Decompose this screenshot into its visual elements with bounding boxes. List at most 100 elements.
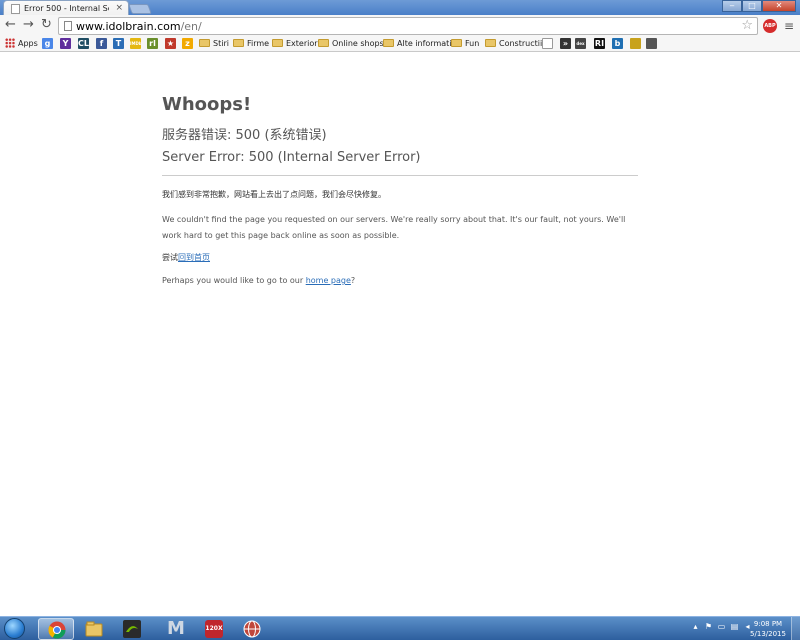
globe-taskbar-button[interactable] xyxy=(234,618,270,640)
m-app-icon: M xyxy=(167,618,185,639)
nvidia-icon xyxy=(123,620,141,638)
bookmark-r[interactable]: rl xyxy=(147,38,158,50)
folder-icon xyxy=(85,621,103,637)
explorer-taskbar-button[interactable] xyxy=(76,618,112,640)
bookmark-folder-label: Fun xyxy=(465,39,480,48)
browser-titlebar: Error 500 - Internal Server × ‒ □ ✕ xyxy=(0,0,800,16)
120x-taskbar-button[interactable]: 120X xyxy=(196,618,232,640)
bookmark-folder-constructii[interactable]: Constructii xyxy=(485,38,542,50)
page-title: Whoops! xyxy=(162,94,252,115)
taskbar-clock[interactable]: 9:08 PM 5/13/2015 xyxy=(748,619,788,639)
bookmark-apps[interactable]: Apps xyxy=(5,38,38,50)
b-icon: b xyxy=(612,38,623,49)
browser-tab[interactable]: Error 500 - Internal Server × xyxy=(3,0,129,16)
minimize-button[interactable]: ‒ xyxy=(722,0,742,12)
bookmark-folder-stiri[interactable]: Stiri xyxy=(199,38,229,50)
chrome-menu-button[interactable]: ≡ xyxy=(784,19,794,33)
url-host: www.idolbrain.com xyxy=(76,20,181,33)
show-desktop-button[interactable] xyxy=(791,617,800,640)
bookmark-star-icon[interactable]: ☆ xyxy=(741,18,753,33)
folder-icon xyxy=(199,39,210,47)
bookmark-folder-firme[interactable]: Firme xyxy=(233,38,269,50)
window-controls: ‒ □ ✕ xyxy=(722,0,796,12)
back-button[interactable]: ← xyxy=(5,18,16,32)
page-info-icon[interactable] xyxy=(64,21,72,31)
bookmark-yellow[interactable] xyxy=(630,38,641,50)
try-homepage-chinese: 尝试回到首页 xyxy=(162,252,210,263)
dex-icon: dex xyxy=(575,38,586,49)
error-heading-chinese: 服务器错误: 500 (系统错误) xyxy=(162,128,327,143)
folder-icon xyxy=(272,39,283,47)
facebook-icon: f xyxy=(96,38,107,49)
clock-date: 5/13/2015 xyxy=(750,630,786,638)
yellow-icon xyxy=(630,38,641,49)
reload-button[interactable]: ↻ xyxy=(41,18,52,32)
bookmark-page[interactable] xyxy=(542,38,553,50)
zig-icon: z xyxy=(182,38,193,49)
circle-icon xyxy=(646,38,657,49)
m-app-taskbar-button[interactable]: M xyxy=(158,618,194,640)
close-window-button[interactable]: ✕ xyxy=(762,0,796,12)
bookmark-folder-alte-informatii[interactable]: Alte informatii xyxy=(383,38,454,50)
bookmark-star-red[interactable]: ★ xyxy=(165,38,176,50)
bookmark-folder-label: Firme xyxy=(247,39,270,48)
bookmark-folder-label: Stiri xyxy=(213,39,229,48)
bookmark-folder-fun[interactable]: Fun xyxy=(451,38,479,50)
homepage-suggestion: Perhaps you would like to go to our home… xyxy=(162,276,355,285)
folder-icon xyxy=(485,39,496,47)
bookmark-t[interactable]: T xyxy=(113,38,124,50)
tab-close-icon[interactable]: × xyxy=(115,3,123,13)
page-icon xyxy=(11,4,20,14)
nvidia-taskbar-button[interactable] xyxy=(114,618,150,640)
error-heading-english: Server Error: 500 (Internal Server Error… xyxy=(162,150,421,165)
forward-button[interactable]: → xyxy=(23,18,34,32)
tab-title: Error 500 - Internal Server xyxy=(24,4,109,13)
bookmark-zig[interactable]: z xyxy=(182,38,193,50)
bookmark-imdb[interactable]: IMDb xyxy=(130,38,141,50)
bookmark-cl[interactable]: CL xyxy=(78,38,89,50)
maximize-button[interactable]: □ xyxy=(742,0,762,12)
new-tab-button[interactable] xyxy=(128,4,152,14)
homepage-link-chinese[interactable]: 回到首页 xyxy=(178,253,210,262)
bookmarks-bar: Apps g Y CL f T IMDb rl ★ z » dex RI b Stiri Firme E… xyxy=(0,36,800,52)
windows-logo-icon xyxy=(4,618,25,639)
bookmark-yahoo[interactable]: Y xyxy=(60,38,71,50)
show-hidden-icons-icon[interactable]: ▴ xyxy=(690,621,701,632)
folder-icon xyxy=(318,39,329,47)
clock-time: 9:08 PM xyxy=(753,620,783,628)
homepage-link[interactable]: home page xyxy=(306,276,351,285)
error-message-chinese: 我们感到非常抱歉，网站看上去出了点问题，我们会尽快修复。 xyxy=(162,190,386,199)
bookmark-circle[interactable] xyxy=(646,38,657,50)
bookmark-apps-label: Apps xyxy=(18,39,38,48)
bookmark-ri[interactable]: RI xyxy=(594,38,605,50)
bookmark-folder-online-shops[interactable]: Online shops xyxy=(318,38,384,50)
url-path: /en/ xyxy=(180,20,202,33)
bookmark-b[interactable]: b xyxy=(612,38,623,50)
bookmark-facebook[interactable]: f xyxy=(96,38,107,50)
folder-icon xyxy=(383,39,394,47)
adblock-plus-icon[interactable]: ABP xyxy=(763,19,777,33)
yahoo-icon: Y xyxy=(60,38,71,49)
bookmark-arrow[interactable]: » xyxy=(560,38,571,50)
start-button[interactable] xyxy=(1,617,29,640)
ri-icon: RI xyxy=(594,38,605,49)
bookmark-folder-exterior[interactable]: Exterior xyxy=(272,38,318,50)
google-icon: g xyxy=(42,38,53,49)
chrome-taskbar-button[interactable] xyxy=(38,618,74,640)
system-tray: ▴ ⚑ ▭ ▤ ◂ xyxy=(690,621,753,637)
bookmark-folder-label: Constructii xyxy=(499,39,543,48)
page-icon xyxy=(542,38,553,49)
bookmark-google[interactable]: g xyxy=(42,38,53,50)
t-icon: T xyxy=(113,38,124,49)
network-icon[interactable]: ▤ xyxy=(729,621,740,632)
120x-icon: 120X xyxy=(205,620,223,638)
bookmark-folder-label: Online shops xyxy=(332,39,384,48)
apps-grid-icon xyxy=(5,38,15,48)
cl-icon: CL xyxy=(78,38,89,49)
bookmark-dex[interactable]: dex xyxy=(575,38,586,50)
address-bar[interactable]: www.idolbrain.com/en/ ☆ xyxy=(58,17,758,35)
url-text: www.idolbrain.com/en/ xyxy=(76,20,202,33)
monitor-icon[interactable]: ▭ xyxy=(716,621,727,632)
flag-icon[interactable]: ⚑ xyxy=(703,621,714,632)
globe-icon xyxy=(243,620,261,638)
